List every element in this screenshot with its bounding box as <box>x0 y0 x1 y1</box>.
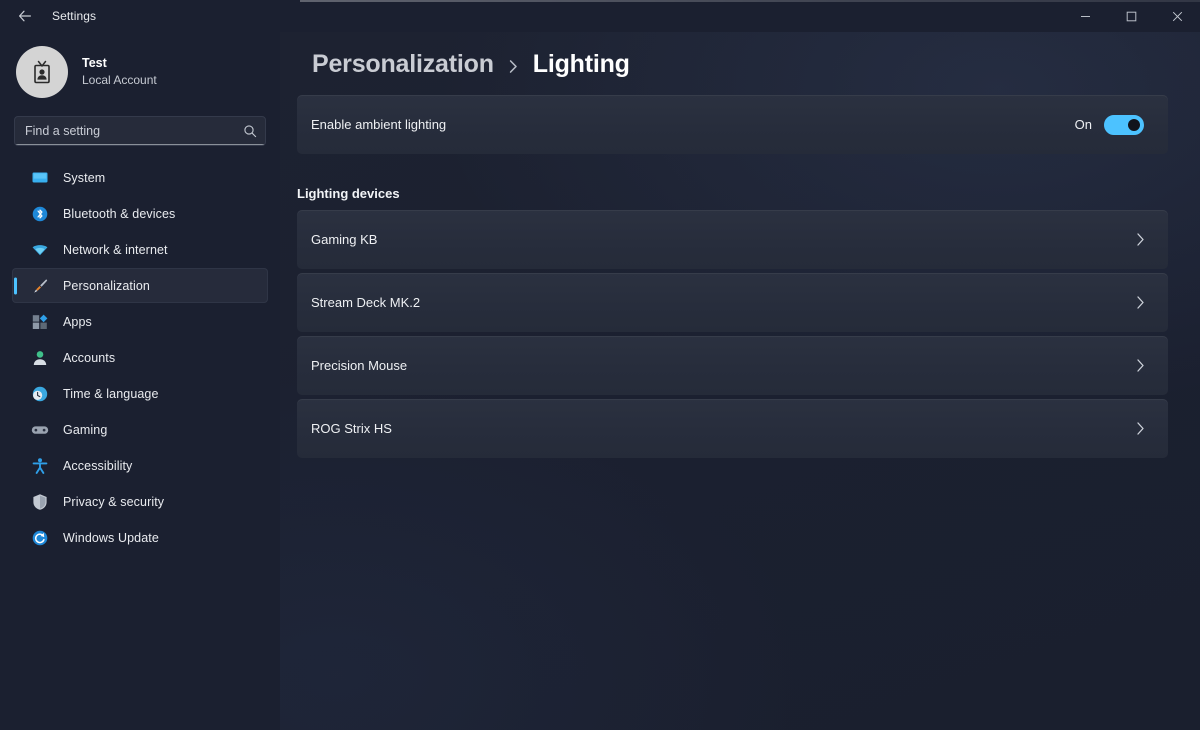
sidebar-item-label: Windows Update <box>63 530 159 545</box>
title-bar: Settings <box>0 0 1200 32</box>
chevron-right-icon[interactable] <box>1135 358 1146 373</box>
sidebar-nav: System Bluetooth & devices Network & int… <box>12 160 268 555</box>
sidebar-item-label: Network & internet <box>63 242 168 257</box>
ambient-lighting-row[interactable]: Enable ambient lighting On <box>297 95 1168 154</box>
sidebar-item-label: Personalization <box>63 278 150 293</box>
sidebar-item-label: Accessibility <box>63 458 133 473</box>
account-header[interactable]: Test Local Account <box>12 32 268 108</box>
window-body: Test Local Account Find a setting System… <box>0 32 1200 730</box>
device-row-rog-strix-hs[interactable]: ROG Strix HS <box>297 399 1168 458</box>
apps-icon <box>30 312 50 332</box>
ambient-lighting-state-label: On <box>1074 117 1092 132</box>
content-pane: Personalization Lighting Enable ambient … <box>280 32 1200 730</box>
device-name: ROG Strix HS <box>311 421 392 436</box>
chevron-right-icon <box>507 54 520 75</box>
system-display-icon <box>30 168 50 188</box>
search-wrapper: Find a setting <box>14 116 266 146</box>
title-bar-left: Settings <box>0 0 96 32</box>
sidebar-item-label: Apps <box>63 314 92 329</box>
ambient-lighting-label: Enable ambient lighting <box>311 117 447 132</box>
back-arrow-icon[interactable] <box>8 2 42 30</box>
sidebar-item-apps[interactable]: Apps <box>12 304 268 339</box>
gamepad-icon <box>30 420 50 440</box>
device-row-precision-mouse[interactable]: Precision Mouse <box>297 336 1168 395</box>
sidebar-item-label: Time & language <box>63 386 159 401</box>
chevron-right-icon[interactable] <box>1135 295 1146 310</box>
sidebar-item-personalization[interactable]: Personalization <box>12 268 268 303</box>
minimize-icon[interactable] <box>1062 0 1108 32</box>
ambient-lighting-toggle[interactable] <box>1104 114 1144 135</box>
search-icon[interactable] <box>243 124 257 138</box>
account-name: Test <box>82 56 107 71</box>
sidebar: Test Local Account Find a setting System… <box>0 32 280 730</box>
chevron-right-icon[interactable] <box>1135 421 1146 436</box>
window-title: Settings <box>52 9 97 23</box>
toggle-knob <box>1128 118 1140 131</box>
device-name: Gaming KB <box>311 232 378 247</box>
settings-window: Settings Test Local Account Find a setti… <box>0 0 1200 730</box>
shield-icon <box>30 492 50 512</box>
breadcrumb: Personalization Lighting <box>295 32 1170 79</box>
sidebar-item-accounts[interactable]: Accounts <box>12 340 268 375</box>
breadcrumb-parent-link[interactable]: Personalization <box>312 50 494 79</box>
device-row-gaming-kb[interactable]: Gaming KB <box>297 210 1168 269</box>
device-name: Stream Deck MK.2 <box>311 295 421 310</box>
close-icon[interactable] <box>1154 0 1200 32</box>
sidebar-item-bluetooth-devices[interactable]: Bluetooth & devices <box>12 196 268 231</box>
search-placeholder: Find a setting <box>25 123 101 138</box>
sidebar-item-privacy-security[interactable]: Privacy & security <box>12 484 268 519</box>
wifi-icon <box>30 240 50 260</box>
search-input[interactable]: Find a setting <box>14 116 266 146</box>
user-badge-icon <box>16 46 68 98</box>
sidebar-item-label: Gaming <box>63 422 108 437</box>
ambient-lighting-control: On <box>1074 114 1144 135</box>
account-text: Test Local Account <box>82 56 157 87</box>
lighting-devices-list: Gaming KB Stream Deck MK.2 Precision Mou… <box>295 210 1170 458</box>
chevron-right-icon[interactable] <box>1135 232 1146 247</box>
clock-globe-icon <box>30 384 50 404</box>
accessibility-person-icon <box>30 456 50 476</box>
sidebar-item-windows-update[interactable]: Windows Update <box>12 520 268 555</box>
sidebar-item-label: Accounts <box>63 350 116 365</box>
lighting-devices-heading: Lighting devices <box>297 186 400 201</box>
sidebar-item-label: Privacy & security <box>63 494 165 509</box>
maximize-icon[interactable] <box>1108 0 1154 32</box>
sidebar-item-accessibility[interactable]: Accessibility <box>12 448 268 483</box>
page-title: Lighting <box>532 50 630 78</box>
sidebar-item-label: Bluetooth & devices <box>63 206 176 221</box>
accounts-person-icon <box>30 348 50 368</box>
content-top-hairline <box>300 0 1200 2</box>
device-row-stream-deck-mk2[interactable]: Stream Deck MK.2 <box>297 273 1168 332</box>
sidebar-item-gaming[interactable]: Gaming <box>12 412 268 447</box>
sidebar-item-label: System <box>63 170 106 185</box>
paintbrush-icon <box>30 276 50 296</box>
caption-button-group <box>1062 0 1200 32</box>
update-refresh-icon <box>30 528 50 548</box>
sidebar-item-time-language[interactable]: Time & language <box>12 376 268 411</box>
account-type: Local Account <box>82 73 157 88</box>
title-bar-drag-region[interactable] <box>96 0 1062 32</box>
device-name: Precision Mouse <box>311 358 408 373</box>
sidebar-item-system[interactable]: System <box>12 160 268 195</box>
bluetooth-icon <box>30 204 50 224</box>
sidebar-item-network-internet[interactable]: Network & internet <box>12 232 268 267</box>
